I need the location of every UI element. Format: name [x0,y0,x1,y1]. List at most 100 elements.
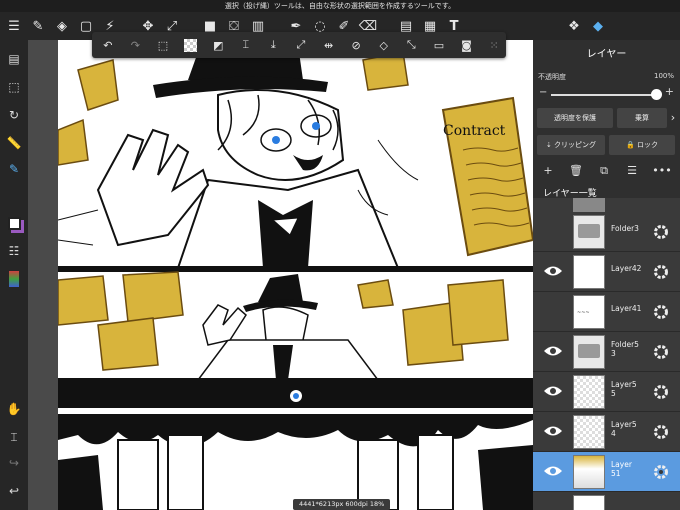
layer-thumb [573,255,605,289]
gear-icon[interactable] [653,304,669,320]
opacity-slider-thumb[interactable] [651,89,662,100]
erase-selection-icon[interactable]: ◇ [372,34,396,56]
redo-icon[interactable]: ↷ [124,34,148,56]
redo-icon[interactable]: ↪ [2,452,26,474]
lock-icon: 🔒 [626,141,637,149]
layer-panel: レイヤー 不透明度 100% − + 透明度を保護 乗算 › ⇣ クリッピング … [533,40,680,510]
layer-panel-title: レイヤー [586,49,627,60]
lock-label: ロック [636,141,658,149]
clipping-button[interactable]: ⇣ クリッピング [537,135,605,155]
layer-thumb [573,375,605,409]
flip-icon[interactable]: ⇹ [317,34,341,56]
layers-icon[interactable]: ◆ [586,14,610,38]
layer-row[interactable]: Layer5 5 [533,372,680,412]
ruler-icon[interactable]: 📏 [2,132,26,154]
color-swatch-icon[interactable] [2,212,26,234]
delete-layer-icon[interactable]: 🗑 [566,162,586,180]
rotate-icon[interactable]: ↻ [2,104,26,126]
folder-thumb [573,335,605,369]
duplicate-layer-icon[interactable]: ⧉ [594,162,614,180]
grid-icon[interactable]: ⁙ [482,34,506,56]
eye-icon[interactable] [543,464,563,478]
layer-thumb [573,495,605,510]
expand-icon[interactable]: ⤡ [400,34,424,56]
protect-alpha-button[interactable]: 透明度を保護 [537,108,613,128]
eraser-icon[interactable]: ◈ [50,14,74,38]
layer-thumb [573,415,605,449]
eye-icon[interactable] [543,344,563,358]
layer-name: Folder3 [611,224,639,233]
status-message: 選択（投げ縄）ツールは、自由な形状の選択範囲を作成するツールです。 [0,0,680,12]
palette-icon[interactable] [2,268,26,290]
more-icon[interactable]: ••• [652,162,672,180]
layer-name: Folder5 3 [611,340,639,358]
layer-name: Layer5 4 [611,420,637,438]
gear-icon[interactable] [653,344,669,360]
layer-name: Layer5 5 [611,380,637,398]
pages-icon[interactable]: ▤ [2,48,26,70]
lock-button[interactable]: 🔒 ロック [609,135,675,155]
brush-icon[interactable]: ✎ [26,14,50,38]
chevron-right-icon[interactable]: › [663,109,680,127]
opacity-increase-button[interactable]: + [665,85,674,98]
layer-name: Layer41 [611,304,642,313]
layer-thumb: ~~~ [573,295,605,329]
gear-icon[interactable] [653,224,669,240]
layer-row-selected[interactable]: Layer 51 [533,452,680,492]
transform-selection-icon[interactable]: ⤢ [289,34,313,56]
folder-thumb [573,215,605,249]
manga-illustration: Contract [57,40,533,510]
menu-icon[interactable]: ☰ [2,14,26,38]
snap-icon[interactable]: ✎ [2,158,26,180]
layer-list[interactable]: Folder3 Layer42 ~~~ Layer41 Folder5 3 La… [533,198,680,510]
gear-icon[interactable] [653,264,669,280]
blend-mode-button[interactable]: 乗算 [617,108,667,128]
gear-icon[interactable] [653,384,669,400]
layer-row[interactable]: ~~~ Layer41 [533,292,680,332]
layer-row[interactable]: Layer42 [533,252,680,292]
eyedropper-icon[interactable]: ⌶ [234,34,258,56]
canvas-info: 4441*6213px 600dpi 18% [293,499,391,510]
canvas-area[interactable]: Contract 4441*6213px 600dpi 18% [28,40,533,510]
layer-name: Layer42 [611,264,642,273]
partial-layer-thumb [573,198,605,212]
clear-icon[interactable]: ⊘ [344,34,368,56]
fill-selection-icon[interactable]: ⤓ [262,34,286,56]
layer-name: Layer 51 [611,460,632,478]
hand-icon[interactable]: ✋ [2,398,26,420]
undo-icon[interactable]: ↩ [2,480,26,502]
opacity-slider[interactable] [551,94,658,96]
eye-icon[interactable] [543,424,563,438]
gear-icon[interactable] [653,464,669,480]
left-sidebar: ▤ ⬚ ↻ 📏 ✎ ☷ ✋ ⌶ ↪ ↩ [0,40,28,510]
app-root: 選択（投げ縄）ツールは、自由な形状の選択範囲を作成するツールです。 ☰ ✎ ◈ … [0,0,680,510]
command-bar: ↶ ↷ ⬚ ◩ ⌶ ⤓ ⤢ ⇹ ⊘ ◇ ⤡ ▭ ◙ ⁙ [92,32,506,58]
transparent-icon[interactable] [179,34,203,56]
opacity-value: 100% [653,72,674,80]
layer-row[interactable]: Layer5 4 [533,412,680,452]
crop-icon[interactable]: ▭ [427,34,451,56]
clip-icon: ⇣ [545,141,555,149]
opacity-decrease-button[interactable]: − [539,87,547,98]
layer-list-icon[interactable]: ☰ [622,162,642,180]
deselect-icon[interactable]: ⬚ [151,34,175,56]
eyedropper-icon[interactable]: ⌶ [2,426,26,448]
layer-row[interactable]: Folder3 [533,212,680,252]
layer-row[interactable]: Folder5 3 [533,332,680,372]
layer-thumb [573,455,605,489]
eye-icon[interactable] [543,384,563,398]
undo-icon[interactable]: ↶ [96,34,120,56]
selection-icon[interactable]: ⬚ [2,76,26,98]
brush-size-icon[interactable]: ☷ [2,240,26,262]
invert-icon[interactable]: ◩ [206,34,230,56]
color-block-icon[interactable]: ◙ [455,34,479,56]
clipping-label: クリッピング [554,141,597,149]
manga-page: Contract [57,40,533,510]
eye-icon[interactable] [543,264,563,278]
materials-icon[interactable]: ❖ [562,14,586,38]
contract-text: Contract [443,123,506,139]
opacity-label: 不透明度 [538,73,566,81]
add-layer-icon[interactable]: + [538,162,558,180]
layer-row[interactable] [533,492,680,510]
gear-icon[interactable] [653,424,669,440]
